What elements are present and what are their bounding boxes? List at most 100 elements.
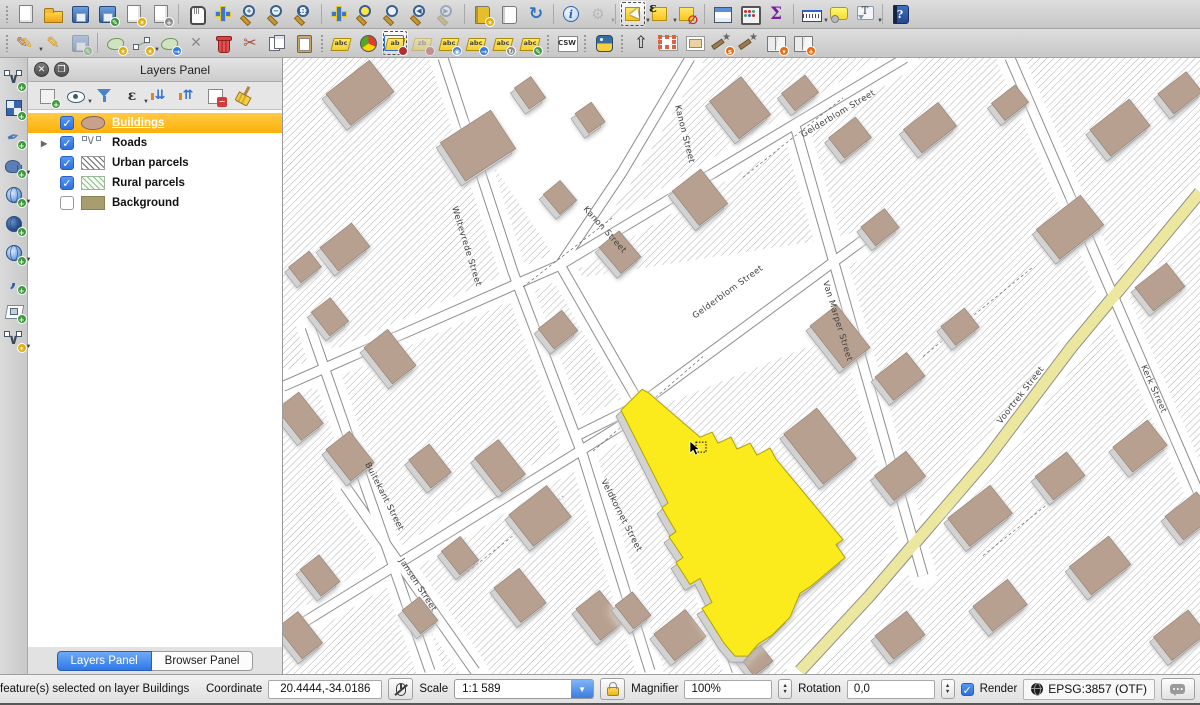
unpin-labels-button[interactable]: zb [409, 30, 435, 56]
new-shapefile-layer-button[interactable]: ∨✶▼ [1, 327, 27, 353]
add-delimited-text-button[interactable]: ,+ [1, 269, 27, 295]
tab-layers-panel[interactable]: Layers Panel [57, 651, 152, 671]
text-annotation-button[interactable]: T▼ [852, 1, 878, 27]
python-console-button[interactable] [591, 30, 617, 56]
rotation-input[interactable]: 0,0 [847, 680, 935, 699]
north-arrow-button[interactable]: ⇧ [628, 30, 654, 56]
run-feature-action-button[interactable]: ⚙▼ [585, 1, 611, 27]
current-edits-button[interactable]: ✎▼ [13, 30, 39, 56]
select-features-button[interactable]: ▼ [620, 1, 646, 27]
move-feature-button[interactable]: → [156, 30, 182, 56]
add-spatialite-layer-button[interactable]: ✒+ [1, 124, 27, 150]
add-raster-layer-button[interactable]: + [1, 95, 27, 121]
zoom-to-selection-button[interactable] [353, 1, 379, 27]
open-attribute-table-button[interactable] [709, 1, 735, 27]
layer-row-urban-parcels[interactable]: Urban parcels [28, 153, 282, 173]
rotation-spinner[interactable]: ▲▼ [941, 679, 955, 699]
zoom-full-extent-button[interactable] [326, 1, 352, 27]
atlas-settings-button[interactable]: ▾ [763, 30, 789, 56]
style-wand-button[interactable]: ★ [736, 30, 762, 56]
circular-string-button[interactable]: ✶▼ [129, 30, 155, 56]
add-feature-button[interactable]: ✶ [102, 30, 128, 56]
add-wms-layer-button[interactable]: +▼ [1, 182, 27, 208]
log-messages-button[interactable] [1161, 678, 1195, 700]
refresh-map-button[interactable]: ↻ [523, 1, 549, 27]
layer-checkbox[interactable] [60, 136, 74, 150]
remove-layer-group-button[interactable] [204, 84, 228, 108]
move-label-button[interactable]: abc→ [463, 30, 489, 56]
statistical-summary-button[interactable]: Σ [763, 1, 789, 27]
style-wand-fill-button[interactable]: ★s [709, 30, 735, 56]
scale-dropdown-icon[interactable]: ▼ [571, 680, 593, 698]
collapse-all-button[interactable]: ⇈ [176, 84, 200, 108]
layer-row-buildings[interactable]: Buildings [28, 113, 282, 133]
add-db-layer-button[interactable]: + [1, 298, 27, 324]
show-bookmarks-button[interactable] [496, 1, 522, 27]
select-by-expression-button[interactable]: ε▼ [647, 1, 673, 27]
cut-features-button[interactable]: ✂ [237, 30, 263, 56]
layer-diagrams-button[interactable] [355, 30, 381, 56]
add-vector-layer-button[interactable]: ∨+ [1, 66, 27, 92]
filter-by-expression-button[interactable]: ε▼ [120, 84, 144, 108]
paste-features-button[interactable] [291, 30, 317, 56]
zoom-out-button[interactable]: − [264, 1, 290, 27]
scale-lock-button[interactable] [600, 678, 625, 700]
metasearch-csw-button[interactable]: CSW [554, 30, 580, 56]
layer-checkbox[interactable] [60, 176, 74, 190]
zoom-actual-size-button[interactable]: 1:1 [291, 1, 317, 27]
atlas-add-button[interactable]: + [790, 30, 816, 56]
zoom-last-button[interactable]: ◀ [407, 1, 433, 27]
layer-row-background[interactable]: Background [28, 193, 282, 213]
delete-selected-button[interactable] [210, 30, 236, 56]
new-print-composer-button[interactable]: ✶ [121, 1, 147, 27]
layer-checkbox[interactable] [60, 156, 74, 170]
save-project-as-button[interactable]: ✎ [94, 1, 120, 27]
measure-line-button[interactable]: ▼ [798, 1, 824, 27]
add-wcs-layer-button[interactable]: + [1, 211, 27, 237]
layer-row-roads[interactable]: ▶Roads [28, 133, 282, 153]
magnifier-input[interactable]: 100% [684, 680, 772, 699]
layer-checkbox[interactable] [60, 196, 74, 210]
set-to-canvas-extent-button[interactable] [655, 30, 681, 56]
expand-arrow-icon[interactable]: ▶ [41, 139, 47, 148]
new-project-button[interactable] [13, 1, 39, 27]
toggle-editing-button[interactable]: ✎ [40, 30, 66, 56]
crs-status-button[interactable]: EPSG:3857 (OTF) [1023, 679, 1155, 700]
copy-features-button[interactable] [264, 30, 290, 56]
change-label-button[interactable]: abc✎ [517, 30, 543, 56]
save-project-button[interactable] [67, 1, 93, 27]
show-hide-labels-button[interactable]: abc◉ [436, 30, 462, 56]
pan-map-button[interactable] [183, 1, 209, 27]
new-bookmark-button[interactable]: ✶ [469, 1, 495, 27]
add-postgis-layer-button[interactable]: +▼ [1, 153, 27, 179]
style-broom-button[interactable] [232, 84, 256, 108]
identify-features-button[interactable]: i [558, 1, 584, 27]
add-group-button[interactable]: + [36, 84, 60, 108]
manage-visibility-button[interactable]: ▼ [64, 84, 88, 108]
render-checkbox[interactable] [961, 683, 974, 696]
help-contents-button[interactable]: ? [887, 1, 913, 27]
panel-close-icon[interactable]: ✕ [34, 62, 49, 77]
scale-combo[interactable]: 1:1 589 ▼ [454, 679, 594, 699]
map-tips-button[interactable] [825, 1, 851, 27]
layer-checkbox[interactable] [60, 116, 74, 130]
panel-detach-icon[interactable]: ❒ [54, 62, 69, 77]
expand-all-button[interactable]: ⇊ [148, 84, 172, 108]
toggle-extents-mouse-button[interactable] [388, 678, 413, 700]
pin-labels-button[interactable]: ab [382, 30, 408, 56]
save-layer-edits-button[interactable]: ✎ [67, 30, 93, 56]
node-tool-button[interactable]: ✕ [183, 30, 209, 56]
deselect-all-button[interactable]: ∅ [674, 1, 700, 27]
map-canvas[interactable]: Weltevrede StreetKanon StreetKanon Stree… [283, 58, 1200, 674]
zoom-in-button[interactable]: + [237, 1, 263, 27]
zoom-to-layer-button[interactable] [380, 1, 406, 27]
composer-manager-button[interactable]: + [148, 1, 174, 27]
magnifier-spinner[interactable]: ▲▼ [778, 679, 792, 699]
pan-map-to-selection-button[interactable] [210, 1, 236, 27]
zoom-next-button[interactable]: ▶ [434, 1, 460, 27]
layer-row-rural-parcels[interactable]: Rural parcels [28, 173, 282, 193]
add-wfs-layer-button[interactable]: +▼ [1, 240, 27, 266]
tab-browser-panel[interactable]: Browser Panel [152, 651, 254, 671]
layer-labeling-button[interactable]: abc [328, 30, 354, 56]
coordinate-input[interactable]: 20.4444,-34.0186 [268, 680, 382, 699]
